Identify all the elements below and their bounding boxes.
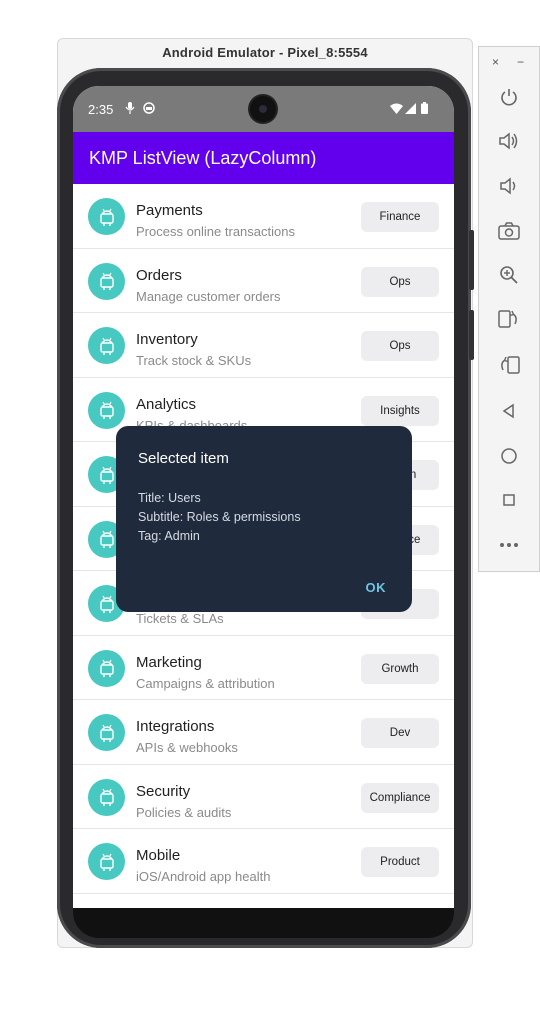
more-icon[interactable]: [479, 530, 539, 560]
back-icon[interactable]: [479, 396, 539, 426]
close-icon[interactable]: ×: [492, 55, 499, 69]
dialog-title-line: Title: Users: [138, 491, 201, 505]
emulator-toolbar: × −: [478, 46, 540, 572]
phone-chin: [73, 908, 454, 938]
home-icon[interactable]: [479, 441, 539, 471]
volume-down-icon[interactable]: [479, 171, 539, 201]
minimize-icon[interactable]: −: [517, 55, 524, 69]
overview-icon[interactable]: [479, 485, 539, 515]
zoom-icon[interactable]: [479, 260, 539, 290]
dialog-ok-button[interactable]: OK: [366, 580, 387, 595]
rotate-left-icon[interactable]: [479, 304, 539, 334]
dialog-subtitle-line: Subtitle: Roles & permissions: [138, 510, 301, 524]
camera-icon[interactable]: [479, 216, 539, 246]
power-icon[interactable]: [479, 82, 539, 112]
window-title: Android Emulator - Pixel_8:5554: [162, 45, 368, 60]
dialog-tag-line: Tag: Admin: [138, 529, 200, 543]
dialog-title: Selected item: [138, 450, 229, 467]
phone-power-button: [469, 230, 474, 290]
selected-item-dialog: Selected item Title: Users Subtitle: Rol…: [116, 426, 412, 612]
volume-up-icon[interactable]: [479, 126, 539, 156]
phone-volume-button: [469, 310, 474, 360]
rotate-right-icon[interactable]: [479, 350, 539, 380]
device-screen: 2:35 KMP ListView (LazyColumn) Payments P…: [73, 86, 454, 908]
